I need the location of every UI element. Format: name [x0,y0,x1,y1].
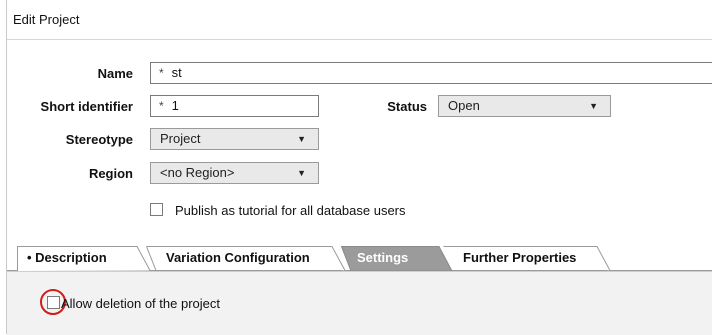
short-identifier-label: Short identifier [40,99,133,114]
settings-panel: Allow deletion of the project [7,271,712,335]
chevron-down-icon: ▼ [297,134,306,144]
region-dropdown[interactable]: <no Region> ▼ [150,162,319,184]
stereotype-value: Project [160,131,201,146]
short-identifier-input[interactable]: * 1 [150,95,319,117]
required-marker: * [159,66,164,80]
tab-variation-configuration[interactable]: Variation Configuration [146,246,346,271]
tab-description[interactable]: • Description [17,246,151,271]
name-label: Name [97,66,133,81]
tab-description-label: • Description [27,250,107,265]
name-input[interactable]: * st [150,62,712,84]
allow-deletion-label: Allow deletion of the project [61,296,220,311]
edit-project-dialog: Edit Project Name * st Short identifier *… [6,0,712,335]
tab-settings[interactable]: Settings [341,246,453,271]
publish-tutorial-label: Publish as tutorial for all database use… [175,203,406,218]
tab-variation-configuration-label: Variation Configuration [166,250,310,265]
stereotype-label: Stereotype [65,132,133,147]
name-value: st [171,65,182,80]
title-bar: Edit Project [7,0,712,40]
status-dropdown[interactable]: Open ▼ [438,95,611,117]
status-value: Open [448,98,480,113]
region-label: Region [88,166,133,181]
status-label: Status [387,99,427,114]
dialog-title: Edit Project [13,12,80,27]
region-value: <no Region> [160,165,235,180]
tab-further-properties-label: Further Properties [463,250,577,265]
tab-strip: • Description Variation Configuration Se… [7,246,712,272]
tab-further-properties[interactable]: Further Properties [443,246,611,271]
tab-settings-label: Settings [357,250,409,265]
chevron-down-icon: ▼ [297,168,306,178]
required-marker: * [159,99,164,113]
short-identifier-value: 1 [171,98,179,113]
stereotype-dropdown[interactable]: Project ▼ [150,128,319,150]
chevron-down-icon: ▼ [589,101,598,111]
publish-tutorial-checkbox[interactable] [150,203,163,216]
